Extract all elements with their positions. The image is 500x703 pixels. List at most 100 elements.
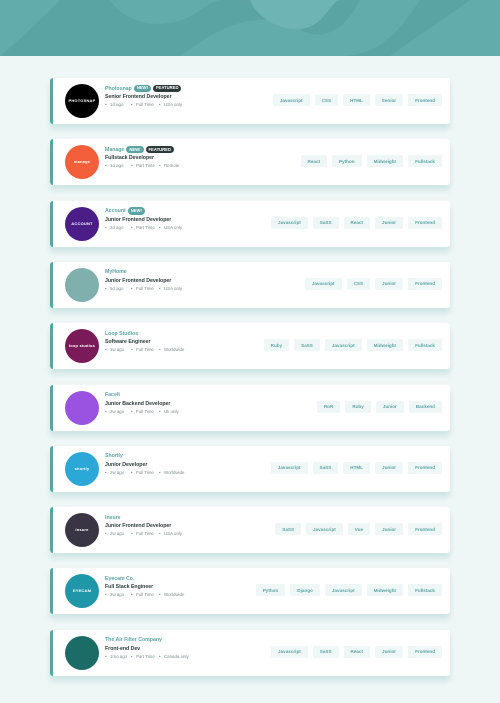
- posted-time: 5d ago: [105, 286, 131, 292]
- filter-tag[interactable]: React: [343, 645, 371, 658]
- filter-tag[interactable]: Junior: [375, 400, 404, 413]
- filter-tag[interactable]: Ruby: [263, 339, 290, 352]
- filter-tag[interactable]: Frontend: [408, 523, 442, 536]
- filter-tag[interactable]: Fullstack: [408, 155, 442, 168]
- job-location: USA only: [159, 225, 182, 231]
- contract-type: Full Time: [131, 409, 159, 415]
- company-row: Eyecam Co.: [105, 574, 295, 583]
- job-card[interactable]: MyHome Junior Frontend Developer 5d agoFul…: [50, 261, 450, 308]
- filter-tag[interactable]: Senior: [374, 94, 404, 106]
- job-location: Worldwide: [159, 592, 184, 598]
- filter-tag[interactable]: Javascript: [306, 523, 343, 536]
- job-card[interactable]: PHOTOSNAP Photosnap NEW! FEATURED Senior Fro…: [50, 78, 450, 124]
- filter-tag[interactable]: Junior: [375, 523, 404, 536]
- filter-tag[interactable]: Javascript: [271, 216, 308, 229]
- posted-time: 1w ago: [105, 347, 131, 353]
- job-meta: 2w agoFull TimeUSA only: [105, 531, 295, 537]
- job-position-link[interactable]: Junior Frontend Developer: [105, 523, 295, 529]
- filter-tag[interactable]: Frontend: [408, 461, 442, 474]
- job-location: Worldwide: [159, 470, 184, 476]
- company-name: Loop Studios: [105, 330, 139, 337]
- job-location: USA only: [159, 286, 182, 292]
- filter-tag[interactable]: HTML: [343, 461, 371, 474]
- filter-tag[interactable]: Javascript: [271, 645, 308, 658]
- filter-tag[interactable]: Ruby: [345, 400, 371, 413]
- company-logo-text: manage: [73, 159, 91, 165]
- company-logo: insure: [65, 513, 99, 548]
- filter-tag[interactable]: Python: [255, 584, 286, 597]
- posted-time: 1d ago: [105, 102, 131, 108]
- filter-tag[interactable]: Vue: [347, 523, 371, 536]
- job-position-link[interactable]: Senior Frontend Developer: [105, 94, 295, 100]
- job-position-link[interactable]: Fullstack Developer: [105, 155, 295, 161]
- filter-tag[interactable]: CSS: [314, 94, 339, 106]
- filter-tag[interactable]: Midweight: [366, 584, 404, 597]
- filter-tag[interactable]: Midweight: [366, 339, 404, 352]
- company-row: FaceIt: [105, 391, 295, 400]
- job-tags: Frontend Junior React SaSS Javascript: [266, 645, 442, 658]
- filter-tag[interactable]: Junior: [375, 645, 404, 658]
- job-card[interactable]: manage Manage NEW! FEATURED Fullstack Develo…: [50, 139, 450, 186]
- filter-tag[interactable]: RoR: [316, 400, 341, 413]
- job-position-link[interactable]: Junior Backend Developer: [105, 401, 295, 407]
- header-wave-pattern: [0, 0, 500, 56]
- filter-tag[interactable]: Junior: [375, 216, 404, 229]
- filter-tag[interactable]: Javascript: [324, 339, 362, 352]
- job-info: ManageNEW!FEATUREDFullstack Developer 1d …: [105, 145, 295, 169]
- filter-tag[interactable]: SaSS: [312, 461, 339, 474]
- company-row: The Air Filter Company: [105, 636, 295, 645]
- contract-type: Full Time: [131, 286, 159, 292]
- job-card[interactable]: shortlyShortlyJunior Developer2w agoFull…: [50, 445, 450, 492]
- posted-time: 3w ago: [105, 592, 131, 598]
- filter-tag[interactable]: React: [343, 216, 371, 229]
- filter-tag[interactable]: Javascript: [270, 461, 308, 474]
- filter-tag[interactable]: Frontend: [408, 216, 442, 229]
- company-name: Photosnap: [105, 85, 132, 92]
- job-location: USA only: [159, 531, 182, 537]
- filter-tag[interactable]: Junior: [375, 461, 404, 474]
- job-location: USA only: [159, 102, 182, 108]
- job-card[interactable]: insure Insure Junior Frontend Developer 2w …: [50, 507, 450, 554]
- posted-time: 1d ago: [105, 163, 131, 169]
- job-tags: Fullstack Midweight Javascript SaSS Ruby: [259, 339, 442, 352]
- job-tags: Fullstack Midweight Javascript Django Python: [251, 584, 442, 597]
- filter-tag[interactable]: Javascript: [272, 94, 310, 106]
- filter-tag[interactable]: Javascript: [304, 277, 342, 290]
- filter-tag[interactable]: Backend: [408, 400, 442, 413]
- job-card[interactable]: FaceIt Junior Backend Developer 2w agoFull…: [50, 384, 450, 431]
- job-location: Canada only: [159, 654, 189, 660]
- job-card[interactable]: ACCOUNT Account NEW! Junior Frontend Develo…: [50, 200, 450, 247]
- job-card[interactable]: loop studios Loop Studios Software Enginee…: [50, 323, 450, 370]
- filter-tag[interactable]: React: [300, 155, 328, 168]
- company-logo: shortly: [65, 451, 99, 486]
- filter-tag[interactable]: Fullstack: [408, 339, 442, 352]
- job-card[interactable]: EYECAMEyecam Co.Full Stack Engineer3w ag…: [50, 568, 450, 615]
- job-location: Uk only: [159, 409, 179, 415]
- filter-tag[interactable]: Midweight: [366, 155, 404, 168]
- filter-tag[interactable]: HTML: [343, 94, 370, 106]
- company-row: Shortly: [105, 452, 295, 461]
- filter-tag[interactable]: SaSS: [275, 523, 302, 536]
- company-logo: [65, 635, 99, 670]
- company-logo-text: shortly: [74, 465, 90, 471]
- filter-tag[interactable]: SaSS: [294, 339, 320, 352]
- company-name: MyHome: [105, 269, 127, 276]
- filter-tag[interactable]: Javascript: [324, 584, 362, 597]
- filter-tag[interactable]: CSS: [346, 277, 371, 290]
- filter-tag[interactable]: Frontend: [408, 277, 442, 290]
- posted-time: 2w ago: [105, 531, 131, 537]
- job-info: FaceIt Junior Backend Developer 2w agoFull…: [105, 391, 295, 415]
- filter-tag[interactable]: Python: [332, 155, 362, 168]
- job-card[interactable]: The Air Filter CompanyFront-end Dev1mo a…: [50, 629, 450, 676]
- contract-type: Full Time: [131, 102, 159, 108]
- filter-tag[interactable]: SaSS: [312, 216, 339, 229]
- filter-tag[interactable]: Django: [290, 584, 320, 597]
- filter-tag[interactable]: Frontend: [408, 94, 442, 106]
- filter-tag[interactable]: Junior: [375, 277, 404, 290]
- job-tags: Fullstack Midweight Python React: [296, 155, 442, 168]
- job-position-link[interactable]: Junior Frontend Developer: [105, 278, 295, 284]
- job-tags: Backend Junior Ruby RoR: [312, 400, 442, 413]
- filter-tag[interactable]: Frontend: [408, 645, 442, 658]
- filter-tag[interactable]: Fullstack: [408, 584, 442, 597]
- filter-tag[interactable]: SaSS: [312, 645, 339, 658]
